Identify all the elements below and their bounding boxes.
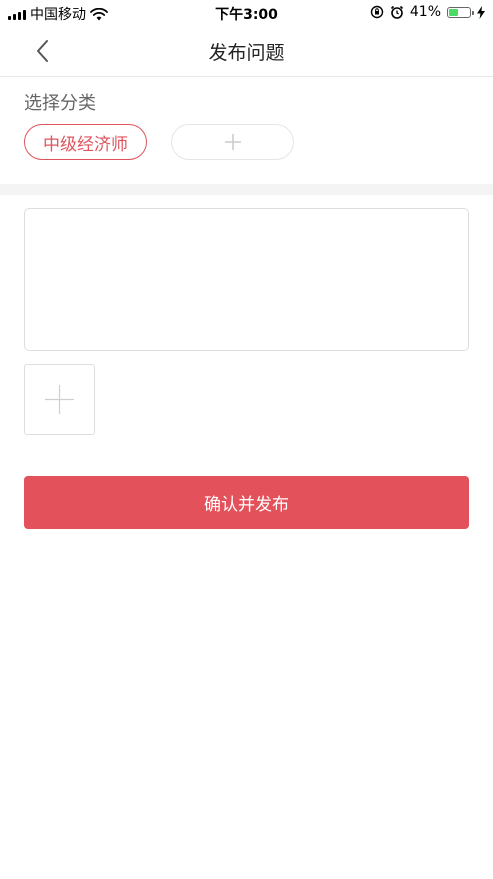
orientation-lock-icon [370,5,384,19]
battery-percent: 41% [409,4,441,20]
page-title: 发布问题 [208,42,285,64]
battery-icon [447,6,474,18]
add-category-button[interactable] [171,124,294,160]
category-chip-label: 中级经济师 [43,134,128,155]
section-divider [0,184,493,195]
submit-button-label: 确认并发布 [204,495,289,515]
plus-icon [224,134,241,150]
alarm-icon [390,5,403,19]
plus-icon [45,385,74,414]
add-image-button[interactable] [24,364,95,435]
status-bar: 中国移动 下午3:00 41% [0,0,493,26]
submit-button[interactable]: 确认并发布 [24,476,469,529]
nav-bar: 发布问题 [0,26,493,77]
category-label: 选择分类 [24,93,96,114]
charging-icon [477,5,485,19]
question-content-input[interactable] [24,208,469,351]
status-bar-right: 41% [370,4,485,20]
category-chip-selected[interactable]: 中级经济师 [24,124,147,160]
